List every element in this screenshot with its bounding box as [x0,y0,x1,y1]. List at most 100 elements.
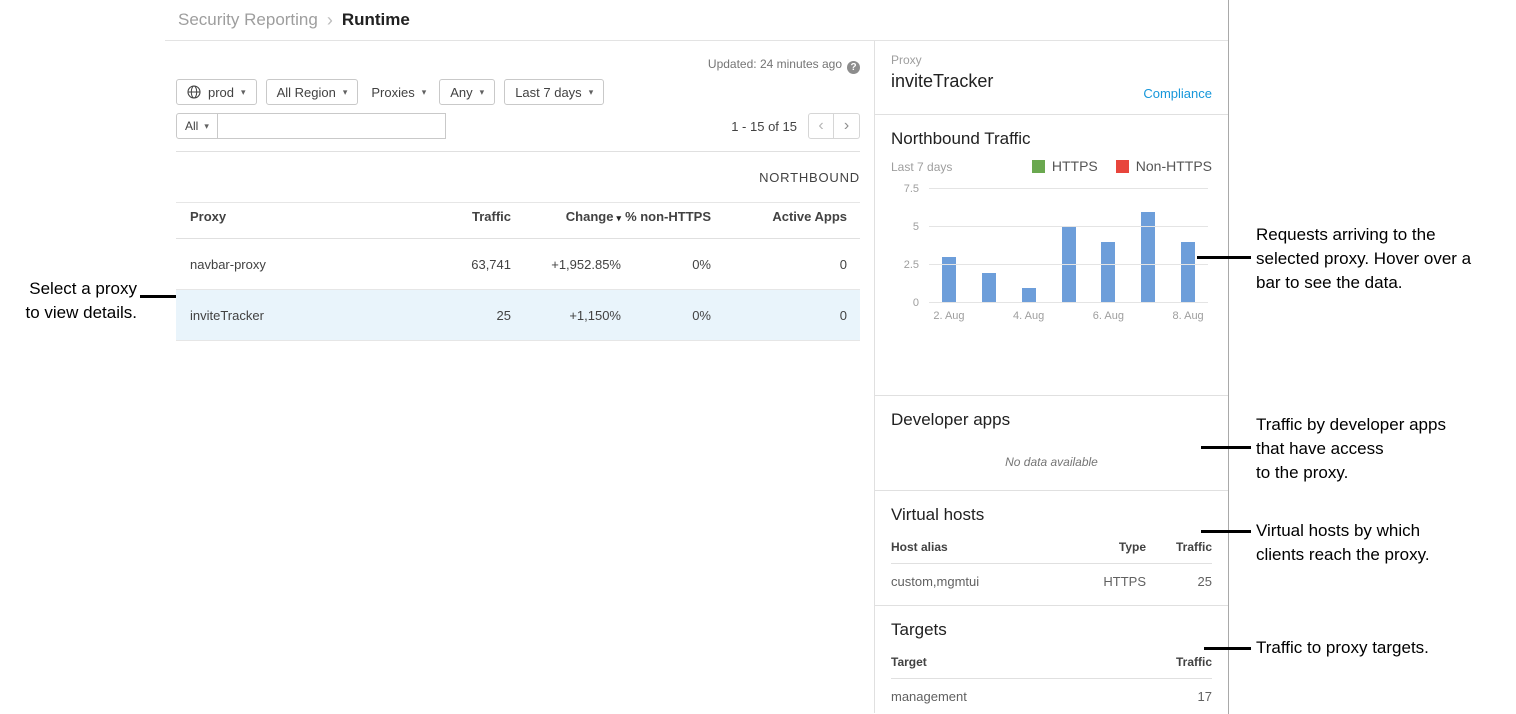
any-label: Any [450,85,472,100]
chart-bar-slot [1049,189,1089,303]
annotation-developer-apps: Traffic by developer apps that have acce… [1256,413,1514,485]
column-header-type: Type [1056,534,1146,564]
chart-gridline [929,226,1208,227]
table-row-invitetracker[interactable]: inviteTracker 25 +1,150% 0% 0 [176,290,860,341]
cell-non-https: 0% [621,290,711,341]
cell-proxy: inviteTracker [176,290,431,341]
column-header-proxy[interactable]: Proxy [176,203,431,239]
table-group-header: NORTHBOUND [176,152,860,203]
pagination: 1 - 15 of 15 ‹ › [731,113,860,139]
chart-plot-area: 2. Aug4. Aug6. Aug8. Aug [929,189,1212,322]
developer-apps-heading: Developer apps [891,410,1212,430]
previous-page-button[interactable]: ‹ [808,113,834,139]
x-tick-label [1049,310,1089,322]
chart-period-label: Last 7 days [891,160,952,174]
sort-desc-icon: ▾ [616,213,621,223]
target-row[interactable]: management 17 [891,679,1212,714]
pager-buttons: ‹ › [808,113,860,139]
breadcrumb-parent[interactable]: Security Reporting [178,10,318,30]
proxies-label: Proxies [371,85,414,100]
column-header-traffic: Traffic [1146,649,1212,679]
virtual-hosts-heading: Virtual hosts [891,505,1212,525]
any-dropdown[interactable]: Any ▾ [439,79,495,105]
y-tick-label: 2.5 [904,259,919,271]
compliance-link[interactable]: Compliance [1143,86,1212,101]
proxy-table: NORTHBOUND Proxy Traffic Change▾ % non-H… [176,151,860,341]
security-reporting-app: Security Reporting › Runtime Updated: 24… [165,0,1229,714]
detail-panel: Proxy inviteTracker Compliance Northboun… [875,41,1228,713]
northbound-traffic-chart: 02.557.5 2. Aug4. Aug6. Aug8. Aug [891,189,1212,322]
chevron-down-icon: ▾ [422,87,427,98]
chart-bar[interactable] [982,273,996,303]
annotation-targets: Traffic to proxy targets. [1256,636,1514,660]
region-dropdown[interactable]: All Region ▾ [266,79,359,105]
updated-status: Updated: 24 minutes ago? [176,57,860,73]
detail-kicker: Proxy [891,53,1212,67]
chart-bar[interactable] [1101,242,1115,303]
x-tick-label: 4. Aug [1009,310,1049,322]
chevron-down-icon: ▾ [204,121,209,132]
breadcrumb-current: Runtime [342,10,410,30]
https-swatch-icon [1032,160,1045,173]
x-tick-label [969,310,1009,322]
chart-bar-slot [1128,189,1168,303]
column-header-traffic[interactable]: Traffic [431,203,511,239]
virtual-hosts-header-row: Host alias Type Traffic [891,534,1212,564]
chevron-down-icon: ▾ [343,87,348,98]
chevron-down-icon: ▾ [241,87,246,98]
column-header-traffic: Traffic [1146,534,1212,564]
updated-text: Updated: 24 minutes ago [708,57,842,71]
search-input[interactable] [218,113,446,139]
column-header-active-apps[interactable]: Active Apps [711,203,860,239]
table-row-navbar-proxy[interactable]: navbar-proxy 63,741 +1,952.85% 0% 0 [176,239,860,290]
column-header-non-https[interactable]: % non-HTTPS [621,203,711,239]
chevron-down-icon: ▾ [480,87,485,98]
targets-section: Targets Target Traffic management 17 [875,606,1228,713]
proxies-dropdown[interactable]: Proxies ▾ [367,79,430,105]
chart-y-axis: 02.557.5 [891,189,929,303]
virtual-host-row[interactable]: custom,mgmtui HTTPS 25 [891,564,1212,599]
search-scope-dropdown[interactable]: All ▾ [176,113,218,139]
table-header-row: Proxy Traffic Change▾ % non-HTTPS Active… [176,203,860,239]
non-https-swatch-icon [1116,160,1129,173]
cell-type: HTTPS [1056,564,1146,599]
x-tick-label: 8. Aug [1168,310,1208,322]
date-range-dropdown[interactable]: Last 7 days ▾ [504,79,604,105]
cell-non-https: 0% [621,239,711,290]
cell-traffic: 63,741 [431,239,511,290]
next-page-button[interactable]: › [834,113,860,139]
chart-gridline [929,188,1208,189]
x-tick-label [1128,310,1168,322]
detail-header-section: Proxy inviteTracker Compliance [875,41,1228,115]
legend-label-non-https: Non-HTTPS [1136,158,1212,174]
cell-change: +1,150% [511,290,621,341]
virtual-hosts-section: Virtual hosts Host alias Type Traffic cu… [875,491,1228,606]
search-toolbar: All ▾ 1 - 15 of 15 ‹ › [176,113,860,139]
callout-line [1204,647,1251,650]
environment-dropdown[interactable]: prod ▾ [176,79,257,105]
chart-bar[interactable] [1022,288,1036,303]
cell-active-apps: 0 [711,290,860,341]
search-scope-label: All [185,119,198,133]
annotation-northbound-chart: Requests arriving to the selected proxy.… [1256,223,1514,295]
chart-legend: HTTPS Non-HTTPS [1032,158,1212,174]
globe-icon [187,85,201,99]
cell-traffic: 17 [1146,679,1212,714]
chart-bar-slot [929,189,969,303]
legend-label-https: HTTPS [1052,158,1098,174]
help-icon[interactable]: ? [847,61,860,74]
developer-apps-section: Developer apps No data available [875,396,1228,491]
chart-bar[interactable] [1181,242,1195,303]
chart-plot [929,189,1208,303]
environment-label: prod [208,85,234,100]
callout-line [1197,256,1251,259]
breadcrumb-separator-icon: › [327,10,333,31]
cell-active-apps: 0 [711,239,860,290]
x-tick-label: 6. Aug [1088,310,1128,322]
chart-bar-slot [1009,189,1049,303]
virtual-hosts-table: Host alias Type Traffic custom,mgmtui HT… [891,534,1212,598]
northbound-traffic-section: Northbound Traffic Last 7 days HTTPS Non… [875,115,1228,396]
cell-traffic: 25 [431,290,511,341]
column-header-change[interactable]: Change▾ [511,203,621,239]
no-data-message: No data available [891,455,1212,469]
